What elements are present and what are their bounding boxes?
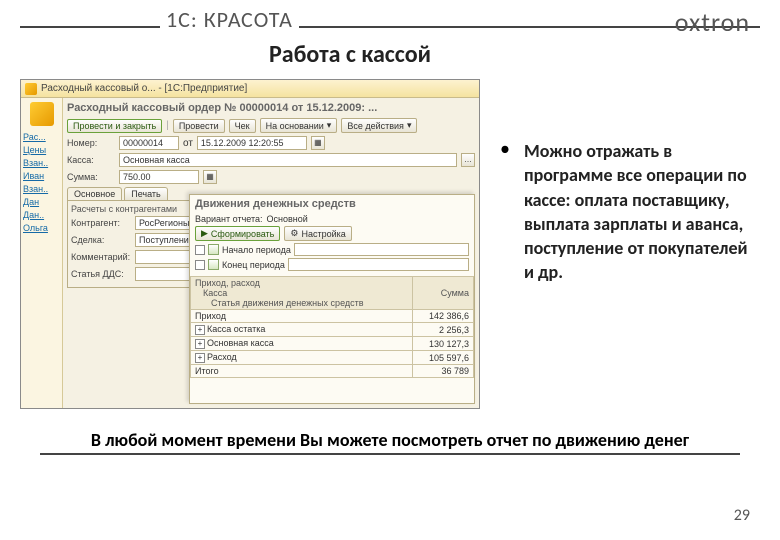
filter-begin-label: Начало периода — [222, 245, 291, 255]
filter-end-label: Конец периода — [222, 260, 285, 270]
calendar-icon[interactable] — [208, 244, 219, 255]
toolbar: Провести и закрыть | Провести Чек На осн… — [67, 118, 475, 133]
deal-label: Сделка: — [71, 235, 131, 245]
logo: oxtron — [675, 6, 750, 38]
expand-icon[interactable]: + — [195, 353, 205, 363]
kassa-label: Касса: — [67, 155, 115, 165]
report-title: Движения денежных средств — [190, 195, 474, 213]
document-title: Расходный кассовый ордер № 00000014 от 1… — [67, 102, 475, 114]
comm-label: Комментарий: — [71, 252, 131, 262]
page-subtitle: Работа с кассой — [0, 40, 780, 69]
report-table: Приход, расход Касса Статья движения ден… — [190, 276, 474, 378]
expand-icon[interactable]: + — [195, 325, 205, 335]
main-title: 1С: КРАСОТА — [160, 6, 299, 33]
sidebar-item[interactable]: Взан.. — [23, 184, 60, 194]
sidebar-item[interactable]: Рас... — [23, 132, 60, 142]
bullet-icon: • — [500, 139, 510, 409]
sidebar-item[interactable]: Дан.. — [23, 210, 60, 220]
table-row[interactable]: +Расход105 597,6 — [191, 351, 474, 365]
filter-end-input[interactable] — [288, 258, 469, 271]
date-picker-icon[interactable]: ▦ — [311, 136, 325, 150]
contr-label: Контрагент: — [71, 218, 131, 228]
calc-icon[interactable]: ▦ — [203, 170, 217, 184]
settings-button[interactable]: ⚙ Настройка — [284, 226, 351, 241]
expand-icon[interactable]: + — [195, 339, 205, 349]
variant-label: Вариант отчета: — [195, 214, 263, 224]
bullet-text: Можно отражать в программе все операции … — [524, 139, 760, 409]
calendar-icon[interactable] — [208, 259, 219, 270]
sidebar-logo-icon — [30, 102, 54, 126]
table-row[interactable]: Итого36 789 — [191, 365, 474, 378]
kassa-input[interactable]: Основная касса — [119, 153, 457, 167]
table-row[interactable]: +Основная касса130 127,3 — [191, 337, 474, 351]
date-input[interactable]: 15.12.2009 12:20:55 — [197, 136, 307, 150]
app-window: Расходный кассовый о... - [1С:Предприяти… — [20, 79, 480, 409]
col-header-sum: Сумма — [412, 277, 473, 310]
number-input[interactable]: 00000014 — [119, 136, 179, 150]
sidebar-item[interactable]: Цены — [23, 145, 60, 155]
post-close-button[interactable]: Провести и закрыть — [67, 119, 162, 133]
app-icon — [25, 83, 37, 95]
post-button[interactable]: Провести — [173, 119, 225, 133]
sidebar-item[interactable]: Иван — [23, 171, 60, 181]
report-window: Движения денежных средств Вариант отчета… — [189, 194, 475, 404]
sidebar-item[interactable]: Взан.. — [23, 158, 60, 168]
table-row[interactable]: +Касса остатка2 256,3 — [191, 323, 474, 337]
checkbox[interactable] — [195, 260, 205, 270]
check-button[interactable]: Чек — [229, 119, 256, 133]
lookup-button[interactable]: … — [461, 153, 475, 167]
col-header: Приход, расход Касса Статья движения ден… — [191, 277, 413, 310]
sidebar-item[interactable]: Ольга — [23, 223, 60, 233]
table-row[interactable]: Приход142 386,6 — [191, 310, 474, 323]
tab-main[interactable]: Основное — [67, 187, 122, 200]
window-titlebar: Расходный кассовый о... - [1С:Предприяти… — [21, 80, 479, 98]
sidebar: Рас... Цены Взан.. Иван Взан.. Дан Дан..… — [21, 98, 63, 408]
sum-label: Сумма: — [67, 172, 115, 182]
variant-value: Основной — [267, 214, 308, 224]
sum-input[interactable]: 750.00 — [119, 170, 199, 184]
number-label: Номер: — [67, 138, 115, 148]
sidebar-item[interactable]: Дан — [23, 197, 60, 207]
form-button[interactable]: ▶ Сформировать — [195, 226, 280, 241]
filter-begin-input[interactable] — [294, 243, 469, 256]
based-on-button[interactable]: На основании ▾ — [260, 118, 338, 133]
bottom-caption: В любой момент времени Вы можете посмотр… — [40, 429, 740, 455]
window-title: Расходный кассовый о... - [1С:Предприяти… — [41, 83, 247, 94]
page-number: 29 — [734, 506, 750, 525]
cost-label: Статья ДДС: — [71, 269, 131, 279]
tab-print[interactable]: Печать — [124, 187, 167, 200]
checkbox[interactable] — [195, 245, 205, 255]
all-actions-button[interactable]: Все действия ▾ — [341, 118, 417, 133]
